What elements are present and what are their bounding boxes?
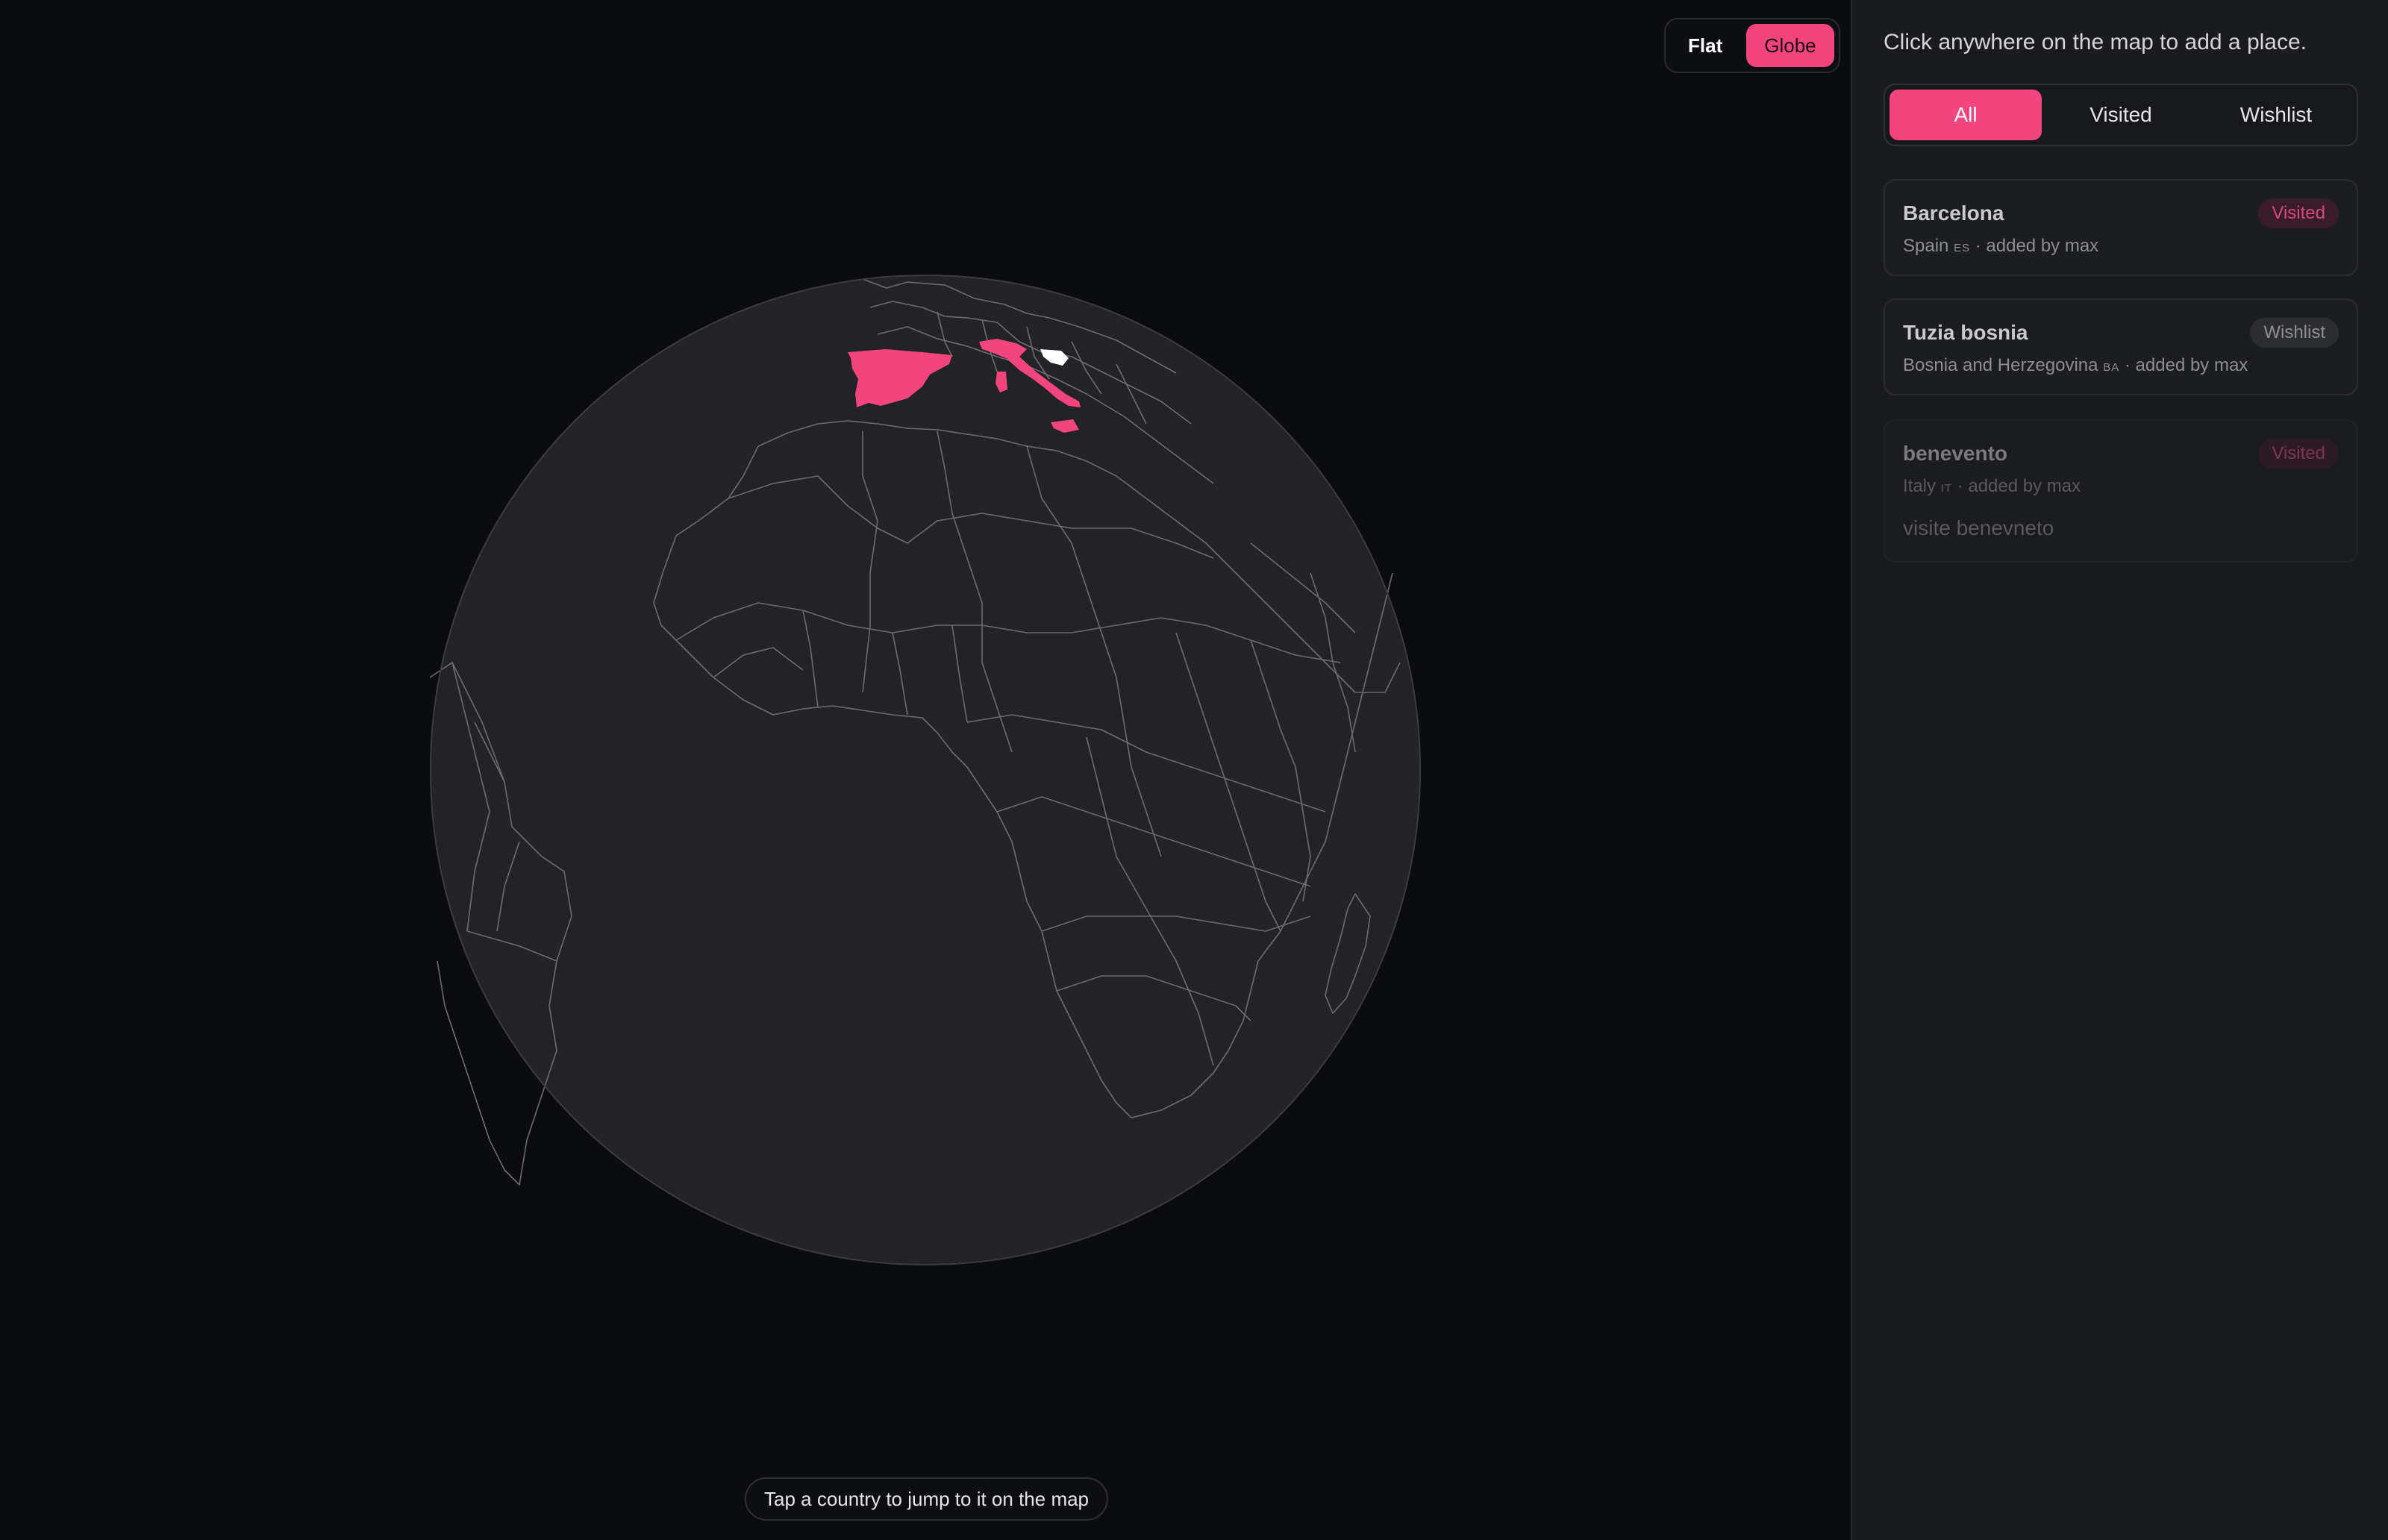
globe-map[interactable] [430,275,1421,1265]
place-meta: Spain ES · added by max [1903,236,2098,257]
place-note: visite benevneto [1903,516,2054,539]
place-country: Spain [1903,236,1949,256]
tab-visited[interactable]: Visited [2045,90,2197,140]
sidebar-hint: Click anywhere on the map to add a place… [1884,30,2307,54]
globe-sphere [430,275,1421,1265]
view-toggle: Flat Globe [1664,18,1840,73]
place-meta: Italy IT · added by max [1903,476,2081,497]
country-code: ES [1954,242,1971,254]
tab-wishlist[interactable]: Wishlist [2200,90,2352,140]
flat-view-button[interactable]: Flat [1670,24,1740,67]
place-name: Barcelona [1903,201,2004,225]
status-badge: Visited [2258,439,2339,469]
place-added-by: · added by max [1957,476,2081,496]
country-code: BA [2103,361,2120,374]
place-country: Italy [1903,476,1937,496]
place-meta: Bosnia and Herzegovina BA · added by max [1903,355,2248,376]
place-card-benevento[interactable]: benevento Visited Italy IT · added by ma… [1884,419,2358,563]
status-badge: Visited [2258,198,2339,228]
place-name: benevento [1903,442,2008,465]
map-area[interactable]: Flat Globe Tap a country to jump to it o… [0,0,1851,1540]
map-hint: Tap a country to jump to it on the map [745,1477,1109,1521]
status-badge: Wishlist [2250,318,2339,348]
country-code: IT [1940,482,1953,495]
globe[interactable] [296,140,1555,1400]
sidebar: Click anywhere on the map to add a place… [1851,0,2388,1540]
tab-all[interactable]: All [1890,90,2042,140]
place-country: Bosnia and Herzegovina [1903,355,2098,375]
filter-tabs: All Visited Wishlist [1884,84,2358,146]
place-card-tuzia-bosnia[interactable]: Tuzia bosnia Wishlist Bosnia and Herzego… [1884,298,2358,395]
place-name: Tuzia bosnia [1903,321,2028,344]
place-added-by: · added by max [2124,355,2248,375]
place-added-by: · added by max [1975,236,2099,256]
place-card-barcelona[interactable]: Barcelona Visited Spain ES · added by ma… [1884,179,2358,276]
globe-view-button[interactable]: Globe [1746,24,1834,67]
